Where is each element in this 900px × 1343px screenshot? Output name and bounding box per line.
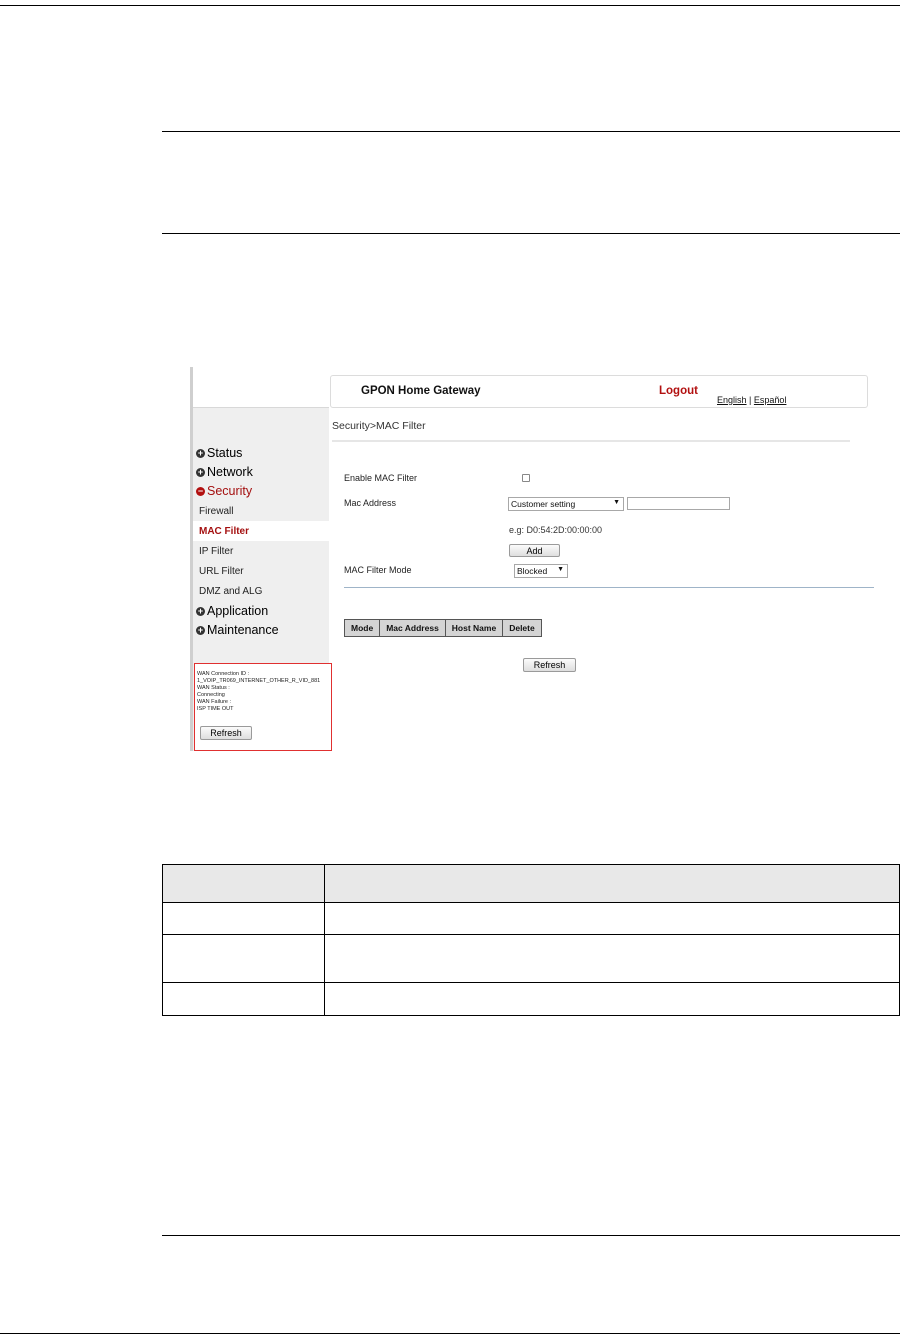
sidebar-item-label: Maintenance (207, 623, 279, 637)
wan-status-label: WAN Status : (197, 685, 230, 691)
mac-filter-list-table: Mode Mac Address Host Name Delete (343, 619, 542, 637)
sidebar-item-label: Status (207, 446, 243, 460)
wan-connection-id-label: WAN Connection ID : (197, 671, 250, 677)
wan-failure-label: WAN Failure : (197, 699, 232, 705)
plus-icon: + (196, 466, 205, 477)
table-cell (324, 934, 900, 983)
table-cell (324, 902, 900, 935)
parameter-table (162, 864, 900, 1016)
sidebar-subitem-url-filter[interactable]: URL Filter (199, 566, 244, 577)
plus-icon: + (196, 447, 205, 458)
mac-filter-mode-label: MAC Filter Mode (344, 565, 412, 575)
sidebar-logo-area (193, 367, 329, 407)
section-rule-lower (162, 233, 900, 234)
sidebar-subitem-dmz-alg[interactable]: DMZ and ALG (199, 586, 262, 597)
table-cell (162, 982, 325, 1016)
section-rule-upper (162, 131, 900, 132)
table-header-row (162, 864, 900, 903)
page-top-rule (0, 5, 900, 6)
mac-example-hint: e.g: D0:54:2D:00:00:00 (509, 525, 603, 535)
add-button[interactable]: Add (509, 544, 560, 557)
sidebar-subitem-firewall[interactable]: Firewall (199, 506, 233, 517)
sidebar-item-application[interactable]: + Application (196, 604, 268, 618)
table-cell (162, 902, 325, 935)
minus-icon: − (196, 485, 205, 496)
mac-filter-mode-value: Blocked (517, 566, 548, 576)
sidebar-item-network[interactable]: + Network (196, 465, 253, 479)
column-mac-address: Mac Address (379, 619, 446, 637)
app-title: GPON Home Gateway (361, 385, 481, 397)
wan-status-value: Connecting (197, 692, 225, 698)
mac-source-value: Customer setting (511, 499, 576, 509)
form-divider (344, 587, 874, 588)
enable-mac-filter-checkbox[interactable] (522, 474, 530, 482)
wan-refresh-button[interactable]: Refresh (200, 726, 252, 740)
logout-link[interactable]: Logout (659, 385, 698, 397)
breadcrumb: Security>MAC Filter (332, 420, 426, 432)
table-row (162, 934, 900, 983)
language-switcher: English | Español (717, 395, 786, 405)
mac-address-input[interactable] (627, 497, 730, 510)
lang-english-link[interactable]: English (717, 395, 747, 405)
wan-failure-value: ISP TIME OUT (197, 706, 234, 712)
plus-icon: + (196, 624, 205, 635)
wan-connection-id: 1_VOIP_TR069_INTERNET_OTHER_R_VID_881 (197, 678, 321, 684)
page-bottom-rule (0, 1333, 900, 1334)
sidebar-item-security[interactable]: − Security (196, 484, 252, 498)
lang-separator: | (749, 395, 752, 405)
chevron-down-icon: ▼ (557, 566, 564, 573)
wan-status-panel: WAN Connection ID : 1_VOIP_TR069_INTERNE… (194, 663, 332, 751)
table-row (162, 902, 900, 935)
chevron-down-icon: ▼ (613, 499, 620, 506)
sidebar-item-maintenance[interactable]: + Maintenance (196, 623, 279, 637)
sidebar-item-label: Application (207, 604, 269, 618)
column-host-name: Host Name (444, 619, 504, 637)
table-cell (324, 982, 900, 1016)
router-ui-screenshot: + Status + Network − Security Firewall M… (190, 367, 875, 751)
breadcrumb-underline (332, 440, 850, 442)
sidebar-item-label: Network (207, 465, 253, 479)
table-header-cell (324, 864, 900, 903)
sidebar-item-label: Security (207, 484, 253, 498)
column-delete: Delete (502, 619, 542, 637)
sidebar-item-status[interactable]: + Status (196, 446, 242, 460)
table-header-row: Mode Mac Address Host Name Delete (343, 619, 542, 637)
table-cell (162, 934, 325, 983)
plus-icon: + (196, 605, 205, 616)
mac-filter-mode-select[interactable]: Blocked ▼ (514, 564, 568, 578)
sidebar-subitem-ip-filter[interactable]: IP Filter (199, 546, 233, 557)
mac-source-select[interactable]: Customer setting ▼ (508, 497, 624, 511)
sidebar-divider (193, 407, 329, 408)
mac-address-label: Mac Address (344, 498, 397, 508)
sidebar-subitem-mac-filter[interactable]: MAC Filter (199, 526, 249, 537)
table-header-cell (162, 864, 325, 903)
lang-spanish-link[interactable]: Español (754, 395, 787, 405)
refresh-button[interactable]: Refresh (523, 658, 576, 672)
table-row (162, 982, 900, 1016)
enable-mac-filter-label: Enable MAC Filter (344, 473, 418, 483)
column-mode: Mode (343, 619, 381, 637)
header-bar: GPON Home Gateway Logout English | Españ… (330, 375, 868, 408)
section-rule-bottom (162, 1235, 900, 1236)
